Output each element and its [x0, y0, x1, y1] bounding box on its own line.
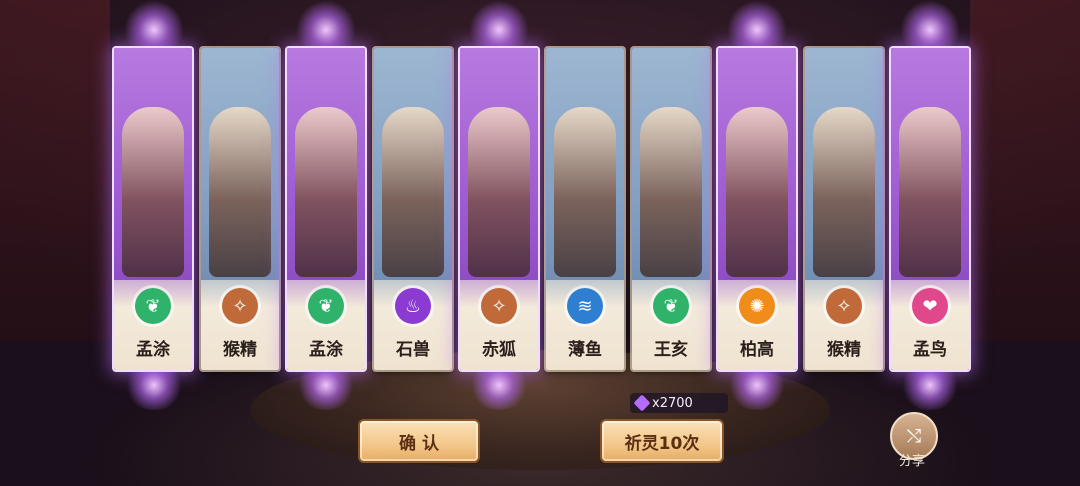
flame-element-icon: ♨: [395, 288, 431, 324]
hero-figure: [899, 107, 961, 277]
hero-card[interactable]: ✧ 猴精: [805, 48, 883, 370]
hero-portrait: [287, 48, 365, 283]
leaf-element-icon: ❦: [653, 288, 689, 324]
hero-name: 孟涂: [309, 340, 343, 360]
hero-figure: [122, 107, 184, 277]
hero-card[interactable]: ≋ 薄鱼: [546, 48, 624, 370]
confirm-button[interactable]: 确 认: [358, 419, 480, 463]
summon-ten-button-label: 祈灵10次: [624, 433, 700, 454]
hero-figure: [640, 107, 702, 277]
hero-card[interactable]: ♨ 石兽: [374, 48, 452, 370]
hero-figure: [209, 107, 271, 277]
hero-name: 孟涂: [136, 340, 170, 360]
hero-name: 赤狐: [482, 340, 516, 360]
hero-portrait: [546, 48, 624, 283]
hero-card[interactable]: ✧ 赤狐: [460, 48, 538, 370]
currency-amount: x2700: [652, 395, 693, 411]
hero-name: 柏高: [740, 340, 774, 360]
background-pillar-left: [0, 0, 110, 340]
confirm-button-label: 确 认: [399, 433, 439, 454]
purple-gem-icon: [633, 394, 651, 412]
hero-figure: [813, 107, 875, 277]
hero-portrait: [632, 48, 710, 283]
hero-card[interactable]: ✧ 猴精: [201, 48, 279, 370]
hero-portrait: [718, 48, 796, 283]
background-pillar-right: [970, 0, 1080, 340]
leaf-element-icon: ❦: [135, 288, 171, 324]
hero-figure: [382, 107, 444, 277]
hero-card[interactable]: ❦ 王亥: [632, 48, 710, 370]
water-element-icon: ≋: [567, 288, 603, 324]
hero-name: 猴精: [223, 340, 257, 360]
currency-counter: x2700: [630, 393, 728, 413]
share-icon: ⤭: [906, 425, 922, 447]
spark-element-icon: ✧: [222, 288, 258, 324]
hero-name: 薄鱼: [568, 340, 602, 360]
hero-portrait: [805, 48, 883, 283]
hero-figure: [468, 107, 530, 277]
sun-element-icon: ✺: [739, 288, 775, 324]
hero-figure: [554, 107, 616, 277]
summon-ten-button[interactable]: 祈灵10次: [600, 419, 724, 463]
hero-figure: [295, 107, 357, 277]
hero-portrait: [460, 48, 538, 283]
hero-portrait: [201, 48, 279, 283]
hero-portrait: [891, 48, 969, 283]
spark-element-icon: ✧: [826, 288, 862, 324]
hero-portrait: [114, 48, 192, 283]
hero-card[interactable]: ❦ 孟涂: [114, 48, 192, 370]
share-label: 分享: [898, 454, 925, 469]
hero-name: 猴精: [827, 340, 861, 360]
heart-element-icon: ❤: [912, 288, 948, 324]
hero-name: 王亥: [654, 340, 688, 360]
hero-card[interactable]: ❦ 孟涂: [287, 48, 365, 370]
hero-figure: [726, 107, 788, 277]
spark-element-icon: ✧: [481, 288, 517, 324]
hero-card[interactable]: ❤ 孟鸟: [891, 48, 969, 370]
hero-portrait: [374, 48, 452, 283]
hero-name: 石兽: [396, 340, 430, 360]
hero-card[interactable]: ✺ 柏高: [718, 48, 796, 370]
leaf-element-icon: ❦: [308, 288, 344, 324]
hero-name: 孟鸟: [913, 340, 947, 360]
